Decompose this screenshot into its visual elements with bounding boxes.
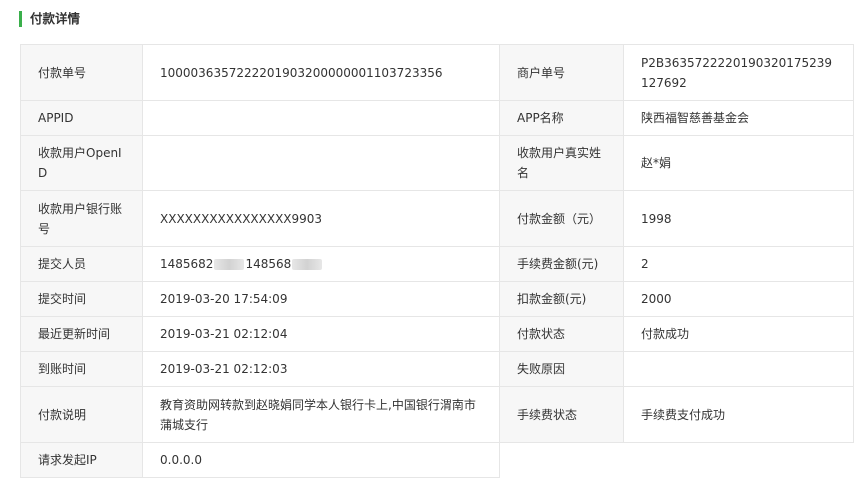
empty-cell: [500, 443, 854, 478]
payment-note-label: 付款说明: [20, 386, 143, 443]
arrival-time-label: 到账时间: [20, 351, 143, 387]
submitter-id-prefix: 1485682: [160, 257, 214, 271]
payment-no-label: 付款单号: [20, 44, 143, 101]
deduction-amount-value: 2000: [623, 281, 854, 317]
last-update-time-label: 最近更新时间: [20, 316, 143, 352]
table-row: 付款单号 10000363572222019032000000011037233…: [20, 44, 854, 101]
request-ip-label: 请求发起IP: [20, 442, 143, 478]
table-row: 提交人员 1485682 148568 手续费金额(元) 2: [20, 246, 854, 282]
submitter-label: 提交人员: [20, 246, 143, 282]
table-row: 到账时间 2019-03-21 02:12:03 失败原因: [20, 351, 854, 387]
submitter-value: 1485682 148568: [142, 246, 500, 282]
fee-amount-value: 2: [623, 246, 854, 282]
appid-label: APPID: [20, 100, 143, 136]
last-update-time-value: 2019-03-21 02:12:04: [142, 316, 500, 352]
payment-note-value: 教育资助网转款到赵晓娟同学本人银行卡上,中国银行渭南市蒲城支行: [142, 386, 500, 443]
table-row: 收款用户OpenID 收款用户真实姓名 赵*娟: [20, 135, 854, 191]
failure-reason-label: 失败原因: [499, 351, 624, 387]
payee-openid-label: 收款用户OpenID: [20, 135, 143, 191]
payment-status-label: 付款状态: [499, 316, 624, 352]
payment-status-value: 付款成功: [623, 316, 854, 352]
table-row: 请求发起IP 0.0.0.0: [20, 442, 854, 478]
redacted-blur: [292, 259, 323, 270]
app-name-value: 陕西福智慈善基金会: [623, 100, 854, 136]
section-title: 付款详情: [19, 11, 80, 27]
submit-time-label: 提交时间: [20, 281, 143, 317]
payee-bank-account-label: 收款用户银行账号: [20, 190, 143, 247]
fee-status-label: 手续费状态: [499, 386, 624, 443]
table-row: 收款用户银行账号 XXXXXXXXXXXXXXXX9903 付款金额（元） 19…: [20, 190, 854, 247]
table-row: 付款说明 教育资助网转款到赵晓娟同学本人银行卡上,中国银行渭南市蒲城支行 手续费…: [20, 386, 854, 443]
table-row: 提交时间 2019-03-20 17:54:09 扣款金额(元) 2000: [20, 281, 854, 317]
payee-real-name-value: 赵*娟: [623, 135, 854, 191]
payee-real-name-label: 收款用户真实姓名: [499, 135, 624, 191]
payee-bank-account-value: XXXXXXXXXXXXXXXX9903: [142, 190, 500, 247]
merchant-no-value: P2B36357222201903201752391​27692: [623, 44, 854, 101]
table-row: 最近更新时间 2019-03-21 02:12:04 付款状态 付款成功: [20, 316, 854, 352]
appid-value: [142, 100, 500, 136]
redacted-blur: [214, 259, 245, 270]
failure-reason-value: [623, 351, 854, 387]
deduction-amount-label: 扣款金额(元): [499, 281, 624, 317]
payment-amount-label: 付款金额（元）: [499, 190, 624, 247]
app-name-label: APP名称: [499, 100, 624, 136]
payment-amount-value: 1998: [623, 190, 854, 247]
payment-details-table: 付款单号 10000363572222019032000000011037233…: [20, 44, 854, 478]
arrival-time-value: 2019-03-21 02:12:03: [142, 351, 500, 387]
fee-status-value: 手续费支付成功: [623, 386, 854, 443]
payment-no-value: 1000036357222201903200000001103723356: [142, 44, 500, 101]
table-row: APPID APP名称 陕西福智慈善基金会: [20, 100, 854, 136]
submitter-id-second: 148568: [245, 257, 292, 271]
submit-time-value: 2019-03-20 17:54:09: [142, 281, 500, 317]
payee-openid-value: [142, 135, 500, 191]
fee-amount-label: 手续费金额(元): [499, 246, 624, 282]
request-ip-value: 0.0.0.0: [142, 442, 500, 478]
merchant-no-label: 商户单号: [499, 44, 624, 101]
